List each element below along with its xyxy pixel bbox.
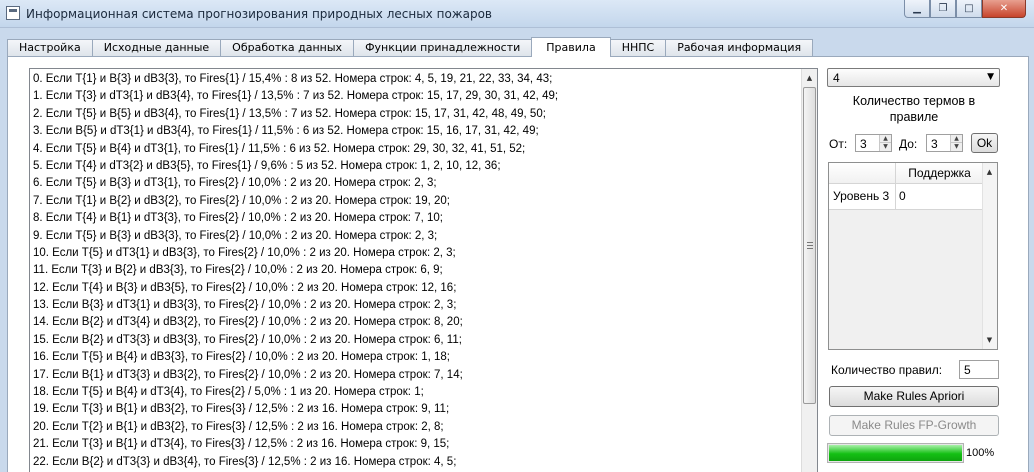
stepper-down-icon[interactable]: ▼	[880, 143, 891, 151]
progress-label: 100%	[966, 447, 995, 459]
support-column-header: Поддержка	[896, 163, 983, 184]
tab-membership-functions[interactable]: Функции принадлежности	[353, 39, 533, 57]
from-value: 3	[860, 137, 867, 151]
rule-line: 3. Если B{5} и dT3{1} и dB3{4}, то Fires…	[33, 125, 539, 138]
rule-line: 19. Если T{3} и B{1} и dB3{2}, то Fires{…	[33, 403, 450, 416]
rules-textbox[interactable]: 0. Если T{1} и B{3} и dB3{3}, то Fires{1…	[29, 68, 818, 472]
grid-scrollbar[interactable]: ▲ ▼	[982, 163, 997, 349]
level-select[interactable]: 4 ▼	[827, 68, 1000, 87]
rules-list: 0. Если T{1} и B{3} и dB3{3}, то Fires{1…	[33, 71, 801, 472]
rule-line: 15. Если B{2} и dT3{3} и dB3{3}, то Fire…	[33, 333, 462, 346]
rule-line: 20. Если T{2} и B{1} и dB3{2}, то Fires{…	[33, 420, 444, 433]
app-icon	[6, 6, 20, 20]
rule-line: 18. Если T{5} и B{4} и dT3{4}, то Fires{…	[33, 386, 424, 399]
progress-fill	[829, 445, 962, 461]
stepper-up-icon[interactable]: ▲	[951, 135, 962, 143]
rule-line: 10. Если T{5} и dT3{1} и dB3{3}, то Fire…	[33, 246, 456, 259]
rule-line: 7. Если T{1} и B{2} и dB3{2}, то Fires{2…	[33, 194, 451, 207]
rule-line: 6. Если T{5} и B{3} и dT3{1}, то Fires{2…	[33, 177, 437, 190]
progress-bar	[827, 443, 964, 463]
rule-line: 2. Если T{5} и B{5} и dB3{4}, то Fires{1…	[33, 107, 546, 120]
rule-line: 22. Если B{2} и dT3{3} и dB3{4}, то Fire…	[33, 455, 457, 468]
support-cell[interactable]: 0	[896, 184, 983, 210]
terms-count-caption: Количество термов в правиле	[852, 94, 976, 124]
minimize-icon[interactable]: ▁	[904, 0, 930, 18]
rule-line: 1. Если T{3} и dT3{1} и dB3{4}, то Fires…	[33, 90, 559, 103]
rule-line: 8. Если T{4} и B{1} и dT3{3}, то Fires{2…	[33, 212, 443, 225]
stepper-up-icon[interactable]: ▲	[880, 135, 891, 143]
from-label: От:	[829, 137, 848, 151]
tab-settings[interactable]: Настройка	[7, 39, 93, 57]
scroll-down-icon[interactable]: ▼	[984, 333, 995, 347]
tab-rules[interactable]: Правила	[531, 37, 611, 57]
rule-line: 12. Если T{4} и B{3} и dB3{5}, то Fires{…	[33, 281, 457, 294]
scroll-up-icon[interactable]: ▲	[804, 71, 815, 85]
chevron-down-icon: ▼	[987, 72, 994, 82]
rules-count-label: Количество правил:	[831, 363, 943, 377]
make-rules-fpgrowth-button[interactable]: Make Rules FP-Growth	[829, 415, 999, 436]
tab-nnps[interactable]: ННПС	[609, 39, 667, 57]
ok-button[interactable]: Ok	[971, 133, 998, 153]
rules-scrollbar[interactable]: ▲	[801, 69, 817, 472]
rule-line: 4. Если T{5} и B{4} и dT3{1}, то Fires{1…	[33, 142, 526, 155]
to-stepper-buttons: ▲ ▼	[950, 135, 962, 151]
close-icon[interactable]: ✕	[982, 0, 1026, 18]
scroll-up-icon[interactable]: ▲	[984, 165, 995, 179]
rule-line: 11. Если T{3} и B{2} и dB3{3}, то Fires{…	[33, 264, 443, 277]
grid-row-header: Уровень 3	[829, 184, 896, 210]
rule-line: 13. Если B{3} и dT3{1} и dB3{3}, то Fire…	[33, 299, 457, 312]
from-stepper-buttons: ▲ ▼	[879, 135, 891, 151]
rule-line: 17. Если B{1} и dT3{3} и dB3{2}, то Fire…	[33, 368, 463, 381]
to-label: До:	[899, 137, 918, 151]
rule-line: 5. Если T{4} и dT3{2} и dB3{5}, то Fires…	[33, 159, 501, 172]
from-stepper[interactable]: 3 ▲ ▼	[855, 134, 892, 152]
tab-data-processing[interactable]: Обработка данных	[220, 39, 355, 57]
tab-source-data[interactable]: Исходные данные	[91, 39, 222, 57]
tab-work-info[interactable]: Рабочая информация	[665, 39, 814, 57]
rules-count-input[interactable]: 5	[959, 360, 999, 379]
make-rules-apriori-button[interactable]: Make Rules Apriori	[829, 386, 999, 407]
rule-line: 16. Если T{5} и B{4} и dB3{3}, то Fires{…	[33, 351, 451, 364]
stepper-down-icon[interactable]: ▼	[951, 143, 962, 151]
window-controls: ▁ ❐ □ ✕	[904, 0, 1026, 18]
rule-line: 9. Если T{5} и B{3} и dB3{3}, то Fires{2…	[33, 229, 438, 242]
window-title: Информационная система прогнозирования п…	[26, 7, 492, 21]
to-value: 3	[931, 137, 938, 151]
tab-bar: Настройка Исходные данные Обработка данн…	[7, 37, 814, 57]
grid-corner	[829, 163, 896, 184]
level-select-value: 4	[833, 71, 840, 85]
rule-line: 14. Если B{2} и dT3{4} и dB3{2}, то Fire…	[33, 316, 463, 329]
maximize-icon[interactable]: □	[956, 0, 982, 18]
support-grid[interactable]: Поддержка Уровень 3 0 ▲ ▼	[828, 162, 998, 350]
restore-icon[interactable]: ❐	[930, 0, 956, 18]
rule-line: 0. Если T{1} и B{3} и dB3{3}, то Fires{1…	[33, 73, 553, 85]
scrollbar-thumb[interactable]	[803, 87, 816, 404]
title-bar: Информационная система прогнозирования п…	[0, 0, 1034, 28]
grip-icon	[807, 242, 813, 249]
to-stepper[interactable]: 3 ▲ ▼	[926, 134, 963, 152]
rule-line: 21. Если T{3} и B{1} и dT3{4}, то Fires{…	[33, 438, 450, 451]
